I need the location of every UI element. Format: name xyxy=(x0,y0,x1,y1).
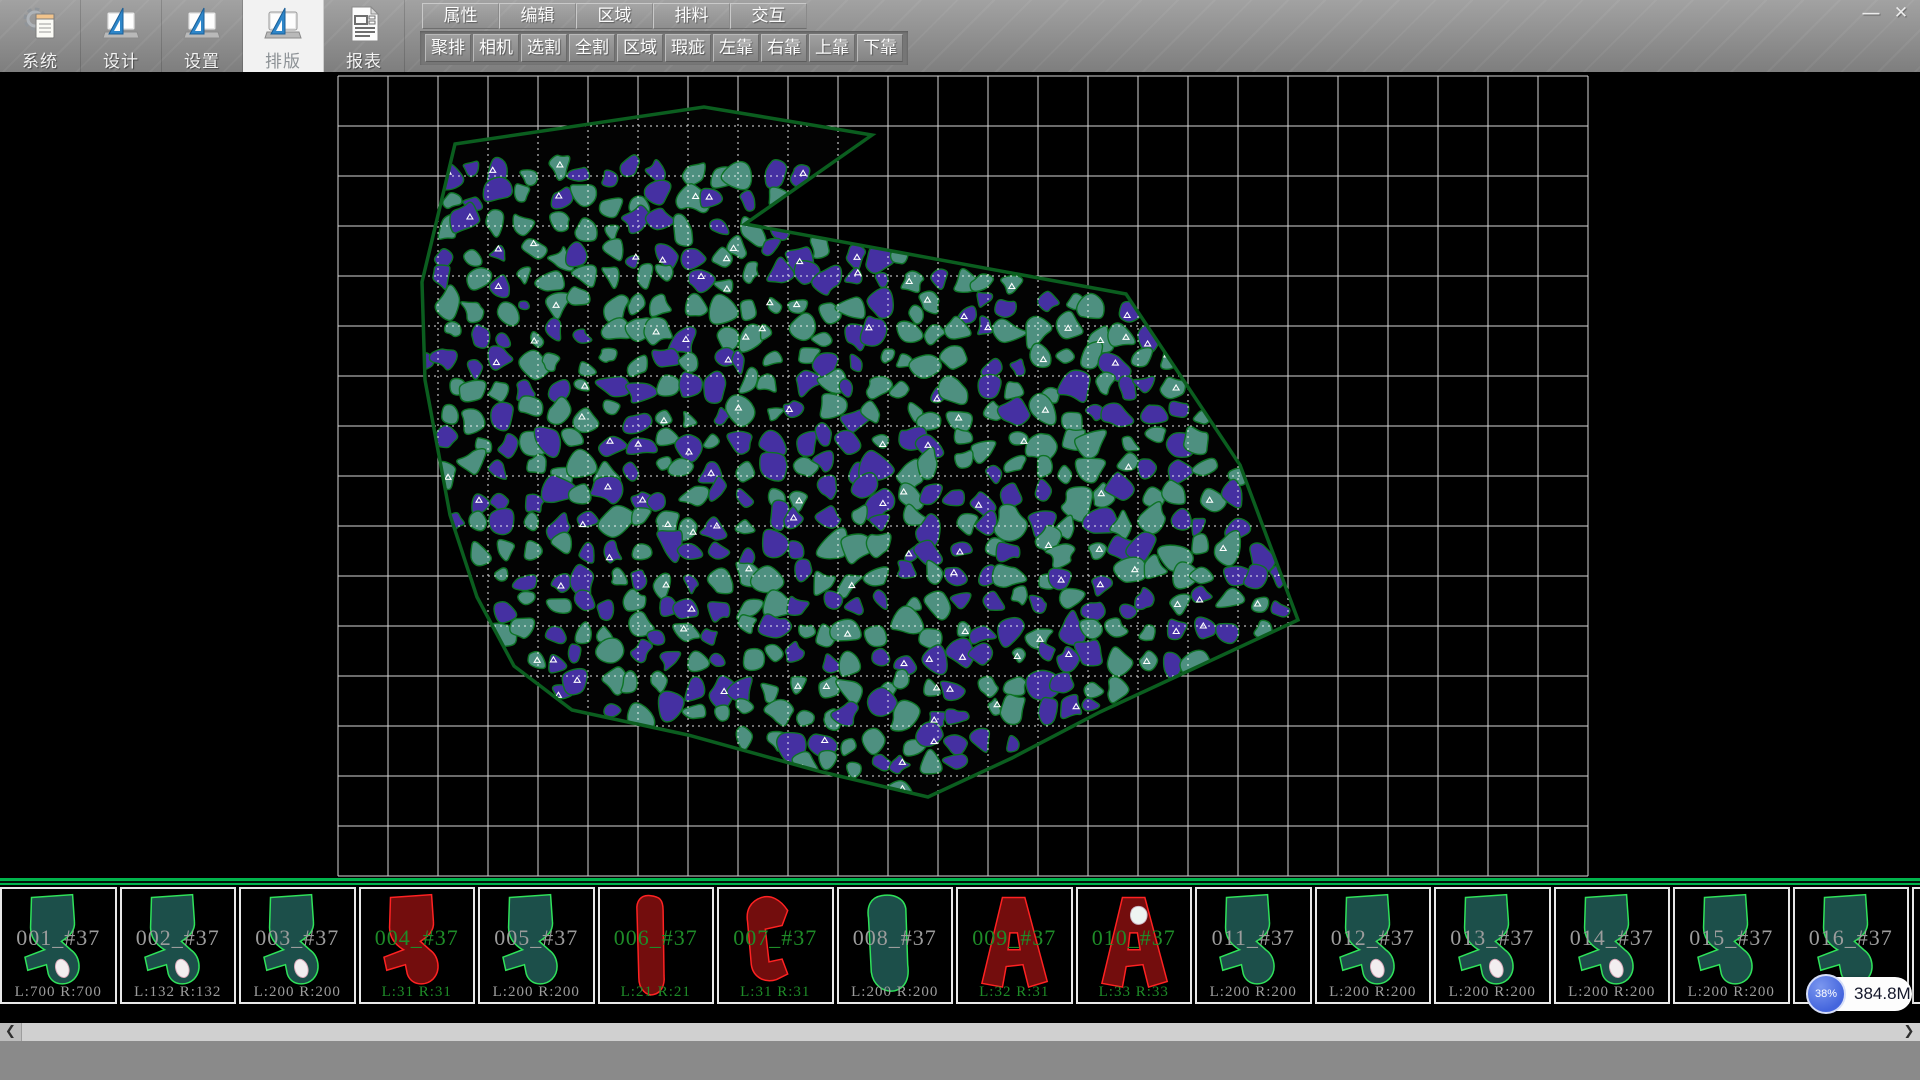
menu-tab-interaction[interactable]: 交互 xyxy=(730,3,807,29)
piece-count-label: L:200 R:200 xyxy=(1197,984,1310,1001)
piece-thumbnail-013_#37[interactable]: 013_#37 L:200 R:200 xyxy=(1434,887,1551,1004)
memory-percent: 38% xyxy=(1806,974,1846,1014)
layout-icon xyxy=(263,3,303,45)
piece-thumbnail-002_#37[interactable]: 002_#37 L:132 R:132 xyxy=(120,887,237,1004)
piece-thumbnail-011_#37[interactable]: 011_#37 L:200 R:200 xyxy=(1195,887,1312,1004)
piece-count-label: L:700 R:700 xyxy=(2,984,115,1001)
piece-id-label: 005_#37 xyxy=(480,925,593,951)
nav-button-report[interactable]: 报表 xyxy=(324,0,405,72)
tool-button-cut-all[interactable]: 全割 xyxy=(569,34,615,62)
piece-id-label: 015_#37 xyxy=(1675,925,1788,951)
menu-tab-nesting[interactable]: 排料 xyxy=(653,3,730,29)
tool-button-defect[interactable]: 瑕疵 xyxy=(665,34,711,62)
minimize-button[interactable]: — xyxy=(1856,2,1886,26)
piece-id-label: 003_#37 xyxy=(241,925,354,951)
strip-divider xyxy=(0,878,1920,887)
scroll-right-button[interactable]: ❯ xyxy=(1898,1023,1920,1041)
window-controls: — ✕ xyxy=(1856,2,1916,26)
nav-button-layout[interactable]: 排版 xyxy=(243,0,324,72)
tool-button-snap-right[interactable]: 右靠 xyxy=(761,34,807,62)
piece-count-label: L:31 R:31 xyxy=(361,984,474,1001)
piece-thumbnail-012_#37[interactable]: 012_#37 L:200 R:200 xyxy=(1315,887,1432,1004)
tool-button-select-cut[interactable]: 选割 xyxy=(521,34,567,62)
settings-icon xyxy=(182,3,222,45)
piece-shape xyxy=(1916,890,1920,1002)
piece-id-label: 012_#37 xyxy=(1317,925,1430,951)
piece-thumbnail-015_#37[interactable]: 015_#37 L:200 R:200 xyxy=(1673,887,1790,1004)
piece-count-label: L:200 R:200 xyxy=(1675,984,1788,1001)
nesting-canvas[interactable] xyxy=(0,72,1920,878)
nav-label: 系统 xyxy=(22,47,58,72)
scroll-left-button[interactable]: ❮ xyxy=(0,1023,22,1041)
piece-thumbnail-014_#37[interactable]: 014_#37 L:200 R:200 xyxy=(1554,887,1671,1004)
piece-thumbnail-strip: 001_#37 L:700 R:700 002_#37 L:132 R:132 … xyxy=(0,887,1920,1006)
piece-count-label: L:200 R:200 xyxy=(1317,984,1430,1001)
tool-button-cluster-nest[interactable]: 聚排 xyxy=(425,34,471,62)
piece-thumbnail-005_#37[interactable]: 005_#37 L:200 R:200 xyxy=(478,887,595,1004)
menu-tab-edit[interactable]: 编辑 xyxy=(499,3,576,29)
piece-count-label: L:200 R:200 xyxy=(241,984,354,1001)
piece-id-label: 002_#37 xyxy=(122,925,235,951)
piece-thumbnail-010_#37[interactable]: 010_#37 L:33 R:33 xyxy=(1076,887,1193,1004)
tool-button-camera[interactable]: 相机 xyxy=(473,34,519,62)
system-icon xyxy=(20,3,60,45)
tool-button-snap-left[interactable]: 左靠 xyxy=(713,34,759,62)
piece-id-label: 006_#37 xyxy=(600,925,713,951)
nav-label: 设计 xyxy=(103,47,139,72)
piece-thumbnail-001_#37[interactable]: 001_#37 L:700 R:700 xyxy=(0,887,117,1004)
top-toolbar: 系统 设计 设置 排版 报表 属性编辑区域排料 xyxy=(0,0,1920,72)
memory-badge[interactable]: 38% 384.8M xyxy=(1806,974,1911,1014)
piece-id-label: 016_#37 xyxy=(1795,925,1908,951)
piece-id-label: 014_#37 xyxy=(1556,925,1669,951)
report-icon xyxy=(344,3,384,45)
main-nav-strip: 系统 设计 设置 排版 报表 xyxy=(0,0,405,72)
piece-count-label: L:200 R:200 xyxy=(480,984,593,1001)
piece-id-label: 011_#37 xyxy=(1197,925,1310,951)
piece-thumbnail-003_#37[interactable]: 003_#37 L:200 R:200 xyxy=(239,887,356,1004)
tool-button-region[interactable]: 区域 xyxy=(617,34,663,62)
piece-id-label: 013_#37 xyxy=(1436,925,1549,951)
piece-thumbnail-partial-16[interactable] xyxy=(1912,887,1920,1004)
nav-label: 排版 xyxy=(265,47,301,72)
piece-count-label: L:200 R:200 xyxy=(839,984,952,1001)
piece-id-label: 010_#37 xyxy=(1078,925,1191,951)
nav-button-settings[interactable]: 设置 xyxy=(162,0,243,72)
piece-id-label: 004_#37 xyxy=(361,925,474,951)
piece-thumbnail-004_#37[interactable]: 004_#37 L:31 R:31 xyxy=(359,887,476,1004)
piece-id-label: 007_#37 xyxy=(719,925,832,951)
piece-id-label: 009_#37 xyxy=(958,925,1071,951)
menu-tab-row: 属性编辑区域排料交互 xyxy=(422,3,807,29)
piece-count-label: L:21 R:21 xyxy=(600,984,713,1001)
piece-id-label: 008_#37 xyxy=(839,925,952,951)
tool-button-row: 聚排相机选割全割区域瑕疵左靠右靠上靠下靠 xyxy=(420,31,908,65)
piece-thumbnail-009_#37[interactable]: 009_#37 L:32 R:31 xyxy=(956,887,1073,1004)
nav-label: 报表 xyxy=(346,47,382,72)
menu-tab-region[interactable]: 区域 xyxy=(576,3,653,29)
nav-button-design[interactable]: 设计 xyxy=(81,0,162,72)
piece-count-label: L:200 R:200 xyxy=(1436,984,1549,1001)
piece-count-label: L:31 R:31 xyxy=(719,984,832,1001)
menu-tab-properties[interactable]: 属性 xyxy=(422,3,499,29)
piece-count-label: L:200 R:200 xyxy=(1556,984,1669,1001)
piece-thumbnail-006_#37[interactable]: 006_#37 L:21 R:21 xyxy=(598,887,715,1004)
piece-count-label: L:32 R:31 xyxy=(958,984,1071,1001)
nav-button-system[interactable]: 系统 xyxy=(0,0,81,72)
design-icon xyxy=(101,3,141,45)
tool-button-snap-bottom[interactable]: 下靠 xyxy=(857,34,903,62)
close-button[interactable]: ✕ xyxy=(1886,2,1916,26)
piece-count-label: L:132 R:132 xyxy=(122,984,235,1001)
nav-label: 设置 xyxy=(184,47,220,72)
status-bar xyxy=(0,1041,1920,1080)
piece-id-label: 001_#37 xyxy=(2,925,115,951)
piece-thumbnail-008_#37[interactable]: 008_#37 L:200 R:200 xyxy=(837,887,954,1004)
horizontal-scrollbar[interactable]: ❮ ❯ xyxy=(0,1023,1920,1041)
piece-count-label: L:33 R:33 xyxy=(1078,984,1191,1001)
piece-thumbnail-007_#37[interactable]: 007_#37 L:31 R:31 xyxy=(717,887,834,1004)
tool-button-snap-top[interactable]: 上靠 xyxy=(809,34,855,62)
memory-value: 384.8M xyxy=(1854,984,1911,1004)
